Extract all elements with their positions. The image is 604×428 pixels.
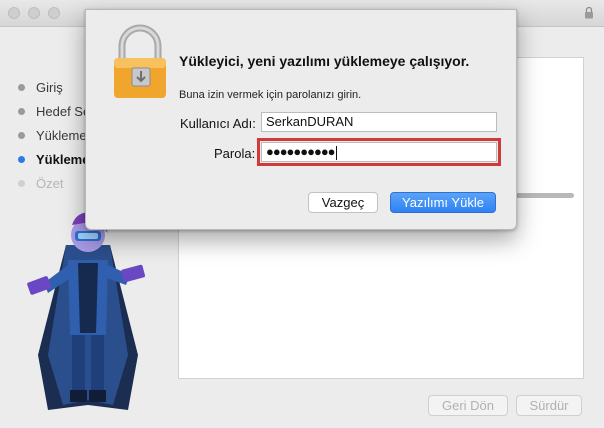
continue-button[interactable]: Sürdür	[516, 395, 582, 416]
back-button[interactable]: Geri Dön	[428, 395, 508, 416]
authentication-dialog: Yükleyici, yeni yazılımı yüklemeye çalış…	[85, 9, 517, 230]
dialog-subtitle: Buna izin vermek için parolanızı girin.	[179, 89, 362, 101]
close-window-button[interactable]	[8, 7, 20, 19]
titlebar-lock-icon	[585, 6, 593, 19]
password-field[interactable]: ●●●●●●●●●●	[257, 138, 501, 166]
step-bullet	[18, 180, 25, 188]
step-bullet	[18, 108, 25, 116]
step-introduction: Giriş	[18, 80, 63, 95]
step-bullet	[18, 132, 25, 140]
step-label: Yükleme	[36, 152, 90, 167]
step-destination: Hedef Se	[18, 104, 90, 119]
password-dots: ●●●●●●●●●●	[266, 144, 336, 159]
step-label: Hedef Se	[36, 104, 91, 119]
step-label: Özet	[36, 176, 64, 191]
cancel-button[interactable]: Vazgeç	[308, 192, 378, 213]
step-summary: Özet	[18, 176, 63, 191]
text-caret	[335, 145, 337, 160]
progress-bar	[516, 193, 574, 198]
dialog-title: Yükleyici, yeni yazılımı yüklemeye çalış…	[179, 53, 470, 69]
step-label: Yükleme	[36, 128, 87, 143]
step-installation-active: Yükleme	[18, 152, 89, 167]
step-label: Giriş	[36, 80, 63, 95]
step-bullet-active	[18, 156, 25, 164]
username-field[interactable]: SerkanDURAN	[261, 112, 497, 132]
minimize-window-button[interactable]	[28, 7, 40, 19]
zoom-window-button[interactable]	[48, 7, 60, 19]
padlock-icon	[114, 24, 166, 98]
install-software-button[interactable]: Yazılımı Yükle	[390, 192, 496, 213]
step-bullet	[18, 84, 25, 92]
step-installation-type: Yükleme	[18, 128, 87, 143]
mascot-illustration	[27, 212, 145, 410]
